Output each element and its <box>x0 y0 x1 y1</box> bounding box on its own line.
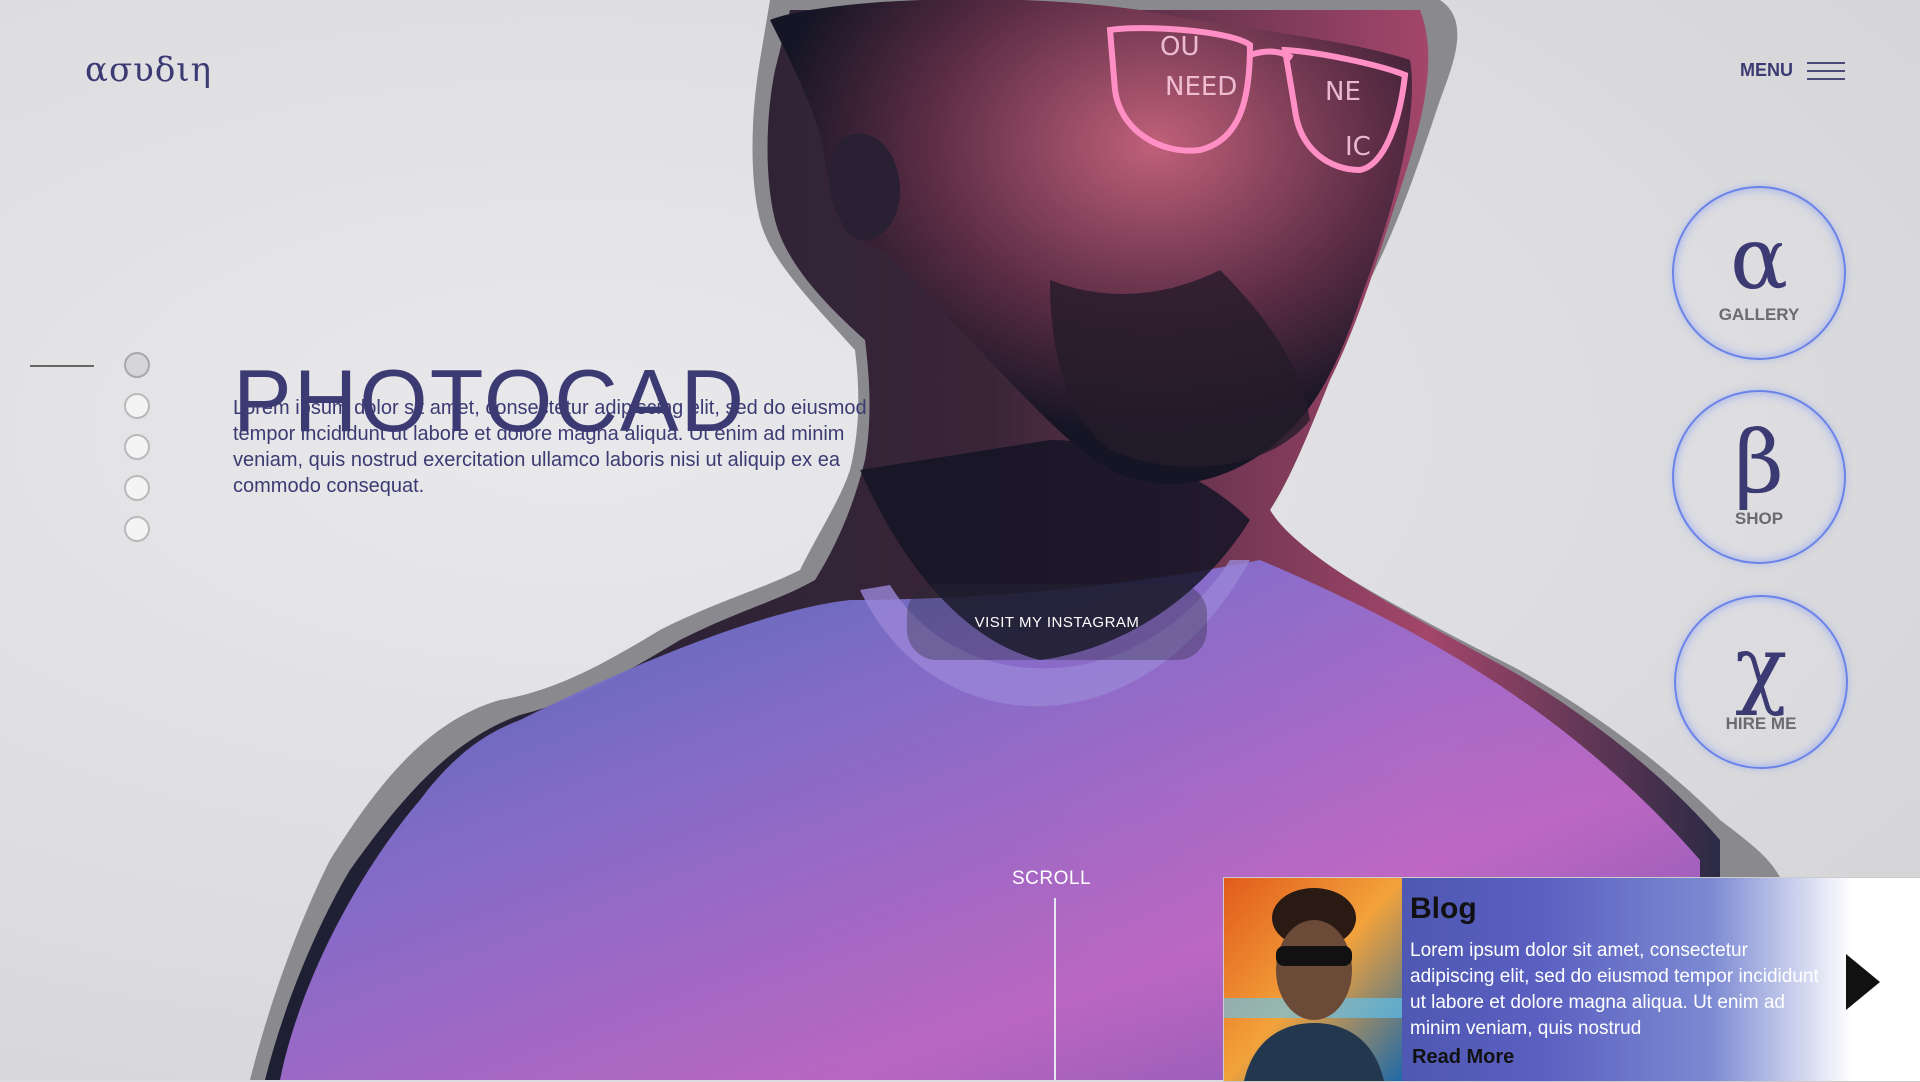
shop-link[interactable]: β SHOP <box>1672 390 1846 564</box>
slide-dot[interactable] <box>124 434 150 460</box>
blog-thumbnail-image <box>1224 878 1402 1081</box>
beta-icon: β <box>1734 413 1784 514</box>
slide-dot[interactable] <box>124 516 150 542</box>
chi-icon: χ <box>1734 618 1788 719</box>
hero-intro-text: Lorem ipsum dolor sit amet, consectetur … <box>233 397 867 497</box>
shop-label: SHOP <box>1734 508 1784 528</box>
visit-instagram-button[interactable]: VISIT MY INSTAGRAM <box>907 584 1207 660</box>
hamburger-icon <box>1807 61 1845 80</box>
scroll-indicator-line <box>1054 898 1056 1080</box>
menu-label: MENU <box>1740 60 1793 80</box>
svg-text:IC: IC <box>1345 132 1371 162</box>
blog-excerpt: Lorem ipsum dolor sit amet, consectetur … <box>1410 940 1819 1039</box>
svg-text:NEED: NEED <box>1165 72 1237 102</box>
slide-indicator-line <box>30 365 94 367</box>
slide-pagination <box>124 352 150 542</box>
next-arrow-icon[interactable] <box>1846 954 1880 1010</box>
slide-dot[interactable] <box>124 475 150 501</box>
hire-me-link[interactable]: χ HIRE ME <box>1674 595 1848 769</box>
alpha-icon: α <box>1729 209 1789 310</box>
scroll-label[interactable]: SCROLL <box>1012 868 1091 890</box>
svg-text:NE: NE <box>1325 77 1361 107</box>
gallery-link[interactable]: α GALLERY <box>1672 186 1846 360</box>
slide-dot[interactable] <box>124 352 150 378</box>
hire-me-label: HIRE ME <box>1725 713 1797 733</box>
read-more-link[interactable]: Read More <box>1412 1046 1514 1069</box>
svg-text:OU: OU <box>1160 32 1200 62</box>
gallery-label: GALLERY <box>1718 304 1800 324</box>
blog-card[interactable]: Blog Lorem ipsum dolor sit amet, consect… <box>1223 877 1920 1082</box>
brand-logo[interactable]: ασυδιη <box>85 50 212 90</box>
slide-dot[interactable] <box>124 393 150 419</box>
menu-button[interactable]: MENU <box>1740 60 1845 81</box>
blog-title: Blog <box>1410 892 1477 925</box>
